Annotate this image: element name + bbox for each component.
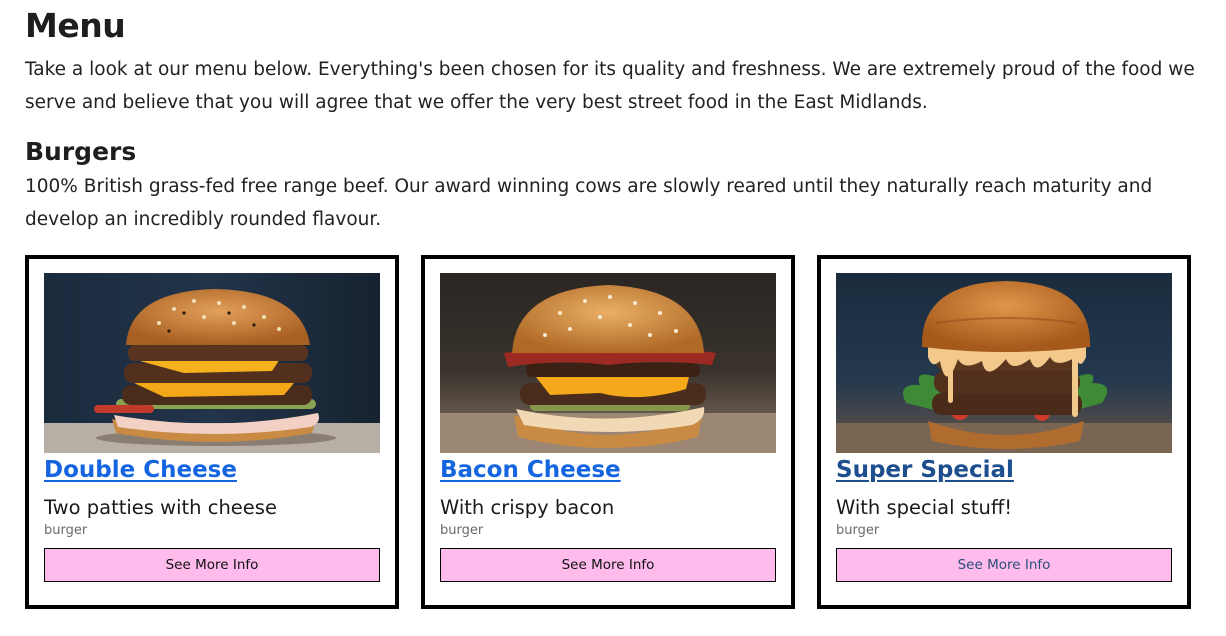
page-title: Menu [25, 6, 126, 45]
card-description: Two patties with cheese [44, 496, 277, 519]
section-description-burgers: 100% British grass-fed free range beef. … [25, 176, 1153, 230]
burger-image [836, 273, 1172, 453]
see-more-info-button[interactable]: See More Info [836, 548, 1172, 582]
menu-card-super-special: Super Special With special stuff! burger… [817, 255, 1191, 609]
see-more-info-button[interactable]: See More Info [440, 548, 776, 582]
menu-card-double-cheese: Double Cheese Two patties with cheese bu… [25, 255, 399, 609]
section-title-burgers: Burgers [25, 137, 137, 166]
card-title-link[interactable]: Double Cheese [44, 455, 237, 485]
menu-card-bacon-cheese: Bacon Cheese With crispy bacon burger Se… [421, 255, 795, 609]
see-more-info-button[interactable]: See More Info [44, 548, 380, 582]
card-title-link[interactable]: Bacon Cheese [440, 455, 621, 485]
card-description: With crispy bacon [440, 496, 615, 519]
menu-intro: Take a look at our menu below. Everythin… [25, 59, 1195, 113]
burger-image [44, 273, 380, 453]
burger-image [440, 273, 776, 453]
burger-card-list: Double Cheese Two patties with cheese bu… [25, 255, 1195, 609]
card-category: burger [440, 523, 484, 538]
card-category: burger [836, 523, 880, 538]
card-description: With special stuff! [836, 496, 1013, 519]
menu-page: Menu Take a look at our menu below. Ever… [25, 0, 1195, 609]
card-category: burger [44, 523, 88, 538]
card-title-link[interactable]: Super Special [836, 455, 1014, 485]
